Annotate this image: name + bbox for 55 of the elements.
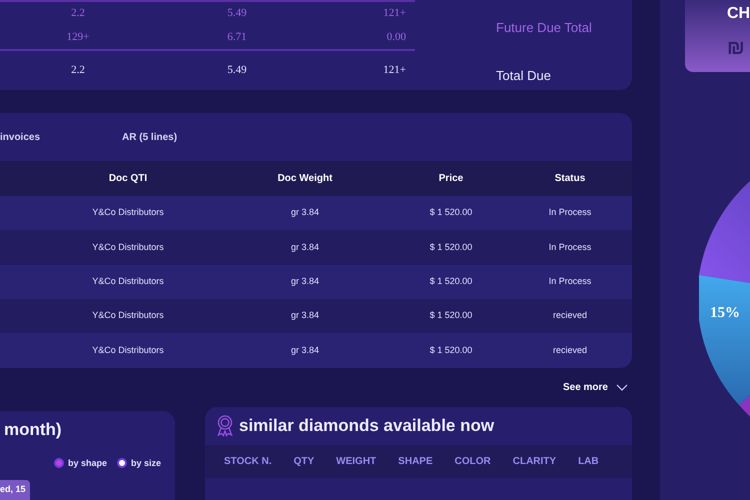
total-label: Total Due — [496, 66, 552, 84]
column-header: Doc QTI — [108, 172, 148, 186]
column-header: CLARITY — [512, 455, 556, 469]
table-cell-text: Y&Co Distributors — [91, 274, 165, 288]
column-header: Price — [438, 172, 464, 186]
table-cell-text: gr 3.84 — [290, 206, 320, 220]
table-cell-text: gr 3.84 — [290, 344, 320, 357]
table-cell-text: In Process — [548, 206, 592, 220]
total-value: 5.49 — [226, 6, 248, 22]
column-header: LAB — [578, 455, 599, 469]
legend-label: by size — [130, 456, 161, 470]
card-title: similar diamonds available now — [239, 415, 494, 438]
tab[interactable]: AR (5 lines) — [122, 130, 178, 145]
total-value: 129+ — [66, 30, 90, 45]
table-cell-text: Y&Co Distributors — [91, 309, 165, 322]
table-cell-text: gr 3.84 — [290, 240, 320, 254]
table-cell-text: In Process — [548, 274, 592, 288]
table-cell-text: $ 1 520.00 — [428, 309, 474, 322]
tab[interactable]: invoices — [0, 130, 40, 145]
table-cell-text: $ 1 520.00 — [428, 240, 474, 254]
column-header: QTY — [294, 455, 314, 469]
total-value: 2.2 — [70, 63, 86, 78]
award-ribbon-icon — [217, 415, 233, 437]
table-cell-text: recieved — [552, 309, 588, 322]
table-cell-text: In Process — [548, 240, 592, 254]
date-tag: ed, 15 — [0, 480, 30, 500]
total-value: 5.49 — [226, 63, 248, 78]
summary-value: ₪ — [727, 36, 745, 61]
legend-label: by shape — [68, 456, 107, 470]
total-value: 6.71 — [226, 30, 248, 45]
total-value: 121+ — [382, 63, 406, 78]
table-cell-text: Y&Co Distributors — [91, 344, 165, 357]
total-label: Future Due Total — [496, 19, 593, 37]
table-cell-text: $ 1 520.00 — [428, 274, 474, 288]
table-cell-text: $ 1 520.00 — [428, 344, 474, 357]
column-header: WEIGHT — [336, 455, 376, 469]
column-header: SHAPE — [398, 455, 433, 469]
column-header: COLOR — [454, 455, 491, 469]
table-cell-text: Y&Co Distributors — [91, 206, 165, 220]
table-cell-text: gr 3.84 — [290, 274, 320, 288]
table-cell-text: Y&Co Distributors — [91, 240, 165, 254]
see-more-link[interactable]: See more — [562, 380, 608, 395]
total-value: 2.2 — [70, 6, 86, 22]
total-value: 121+ — [382, 6, 406, 22]
table-cell-text: $ 1 520.00 — [428, 206, 474, 220]
total-value: 0.00 — [386, 30, 406, 45]
card-title: month) — [3, 419, 63, 441]
table-cell-text: recieved — [552, 344, 588, 357]
column-header: Doc Weight — [276, 172, 334, 186]
column-header: Status — [554, 172, 586, 186]
pie-label: 15% — [710, 304, 740, 323]
summary-title: CH — [727, 5, 750, 23]
chevron-down-icon[interactable] — [616, 384, 628, 391]
column-header: STOCK N. — [224, 455, 272, 469]
table-cell-text: gr 3.84 — [290, 309, 320, 322]
